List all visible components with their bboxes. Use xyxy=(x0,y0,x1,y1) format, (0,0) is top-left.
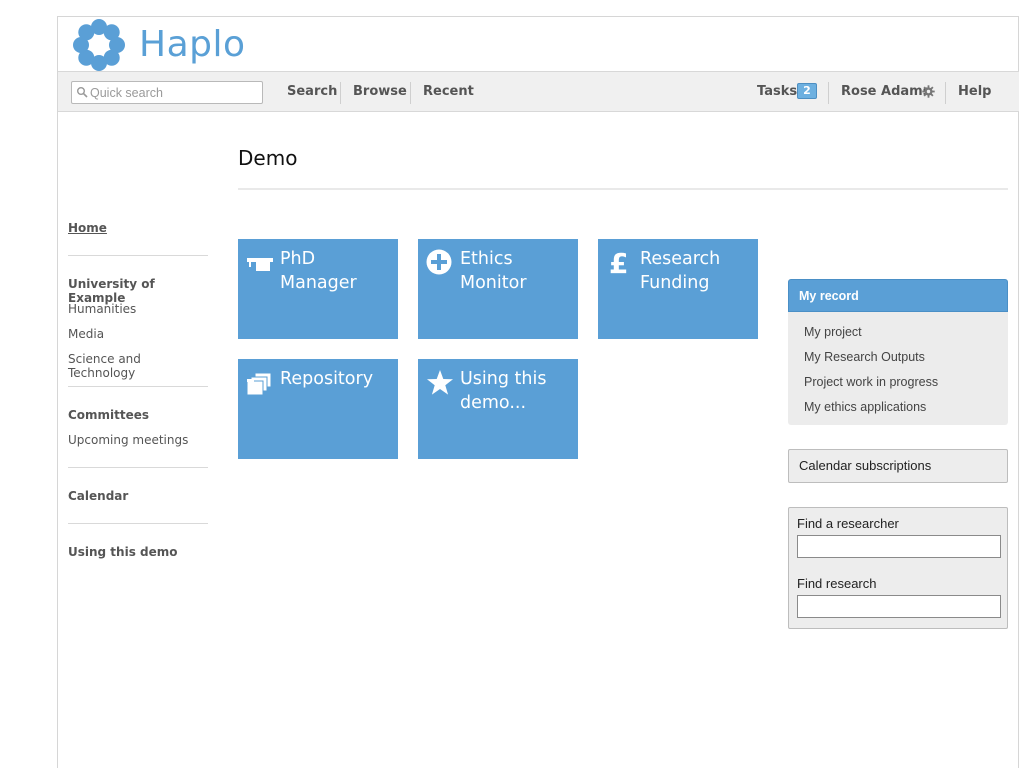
nav-media-link[interactable]: Media xyxy=(68,327,104,341)
search-link[interactable]: Search xyxy=(287,84,337,99)
find-researcher-input[interactable] xyxy=(797,535,1001,558)
plus-circle-icon xyxy=(426,249,452,275)
divider xyxy=(828,82,829,104)
tile-label: Ethics Monitor xyxy=(460,249,527,293)
user-menu-link[interactable]: Rose Adams xyxy=(841,84,930,99)
page-title: Demo xyxy=(238,146,298,170)
tile-label: Repository xyxy=(280,369,374,389)
nav-university-link[interactable]: University of Example xyxy=(68,277,208,305)
top-navigation-bar: Search Browse Recent Tasks 2 Rose Adams … xyxy=(58,71,1019,112)
recent-link[interactable]: Recent xyxy=(423,84,474,99)
calendar-subscriptions-button[interactable]: Calendar subscriptions xyxy=(788,449,1008,483)
my-ethics-applications-link[interactable]: My ethics applications xyxy=(804,400,926,414)
nav-using-this-demo-link[interactable]: Using this demo xyxy=(68,545,178,559)
title-divider xyxy=(238,188,1008,190)
my-research-outputs-link[interactable]: My Research Outputs xyxy=(804,350,925,364)
nav-upcoming-meetings-link[interactable]: Upcoming meetings xyxy=(68,433,188,447)
divider xyxy=(945,82,946,104)
find-panel: Find a researcher Find research xyxy=(788,507,1008,629)
tile-label: PhD Manager xyxy=(280,249,357,293)
tile-research-funding[interactable]: £ Research Funding xyxy=(598,239,758,339)
pound-icon: £ xyxy=(609,249,628,277)
gear-icon[interactable] xyxy=(922,85,935,98)
tasks-link[interactable]: Tasks xyxy=(757,84,797,99)
quick-search-input[interactable] xyxy=(90,83,260,102)
star-icon xyxy=(427,370,453,395)
my-record-heading[interactable]: My record xyxy=(788,279,1008,312)
haplo-logo-icon[interactable] xyxy=(73,19,125,71)
my-record-panel: My record My project My Research Outputs… xyxy=(788,279,1008,425)
folders-icon xyxy=(246,372,272,396)
tile-ethics-monitor[interactable]: Ethics Monitor xyxy=(418,239,578,339)
tasks-count-badge[interactable]: 2 xyxy=(797,83,817,99)
divider xyxy=(410,82,411,104)
divider xyxy=(68,386,208,387)
help-link[interactable]: Help xyxy=(958,84,991,99)
browse-link[interactable]: Browse xyxy=(353,84,407,99)
project-work-in-progress-link[interactable]: Project work in progress xyxy=(804,375,938,389)
find-research-input[interactable] xyxy=(797,595,1001,618)
my-project-link[interactable]: My project xyxy=(804,325,862,339)
tile-label: Research Funding xyxy=(640,249,721,293)
page-frame: Haplo Search Browse Recent Tasks 2 Rose … xyxy=(57,16,1019,768)
svg-text:£: £ xyxy=(609,249,628,277)
tile-phd-manager[interactable]: PhD Manager xyxy=(238,239,398,339)
nav-humanities-link[interactable]: Humanities xyxy=(68,302,136,316)
find-researcher-label: Find a researcher xyxy=(797,516,899,531)
divider xyxy=(340,82,341,104)
nav-calendar-link[interactable]: Calendar xyxy=(68,489,128,503)
divider xyxy=(68,467,208,468)
tile-label: Using this demo... xyxy=(460,369,547,413)
divider xyxy=(68,523,208,524)
logo-text[interactable]: Haplo xyxy=(139,24,246,65)
tile-repository[interactable]: Repository xyxy=(238,359,398,459)
mortarboard-icon xyxy=(247,258,273,271)
nav-home-link[interactable]: Home xyxy=(68,221,107,235)
find-research-label: Find research xyxy=(797,576,877,591)
tile-using-this-demo[interactable]: Using this demo... xyxy=(418,359,578,459)
search-icon xyxy=(77,87,88,98)
nav-committees-link[interactable]: Committees xyxy=(68,408,149,422)
divider xyxy=(68,255,208,256)
quick-search-box[interactable] xyxy=(71,81,263,104)
nav-science-technology-link[interactable]: Science and Technology xyxy=(68,352,208,380)
header: Haplo xyxy=(58,17,1019,71)
